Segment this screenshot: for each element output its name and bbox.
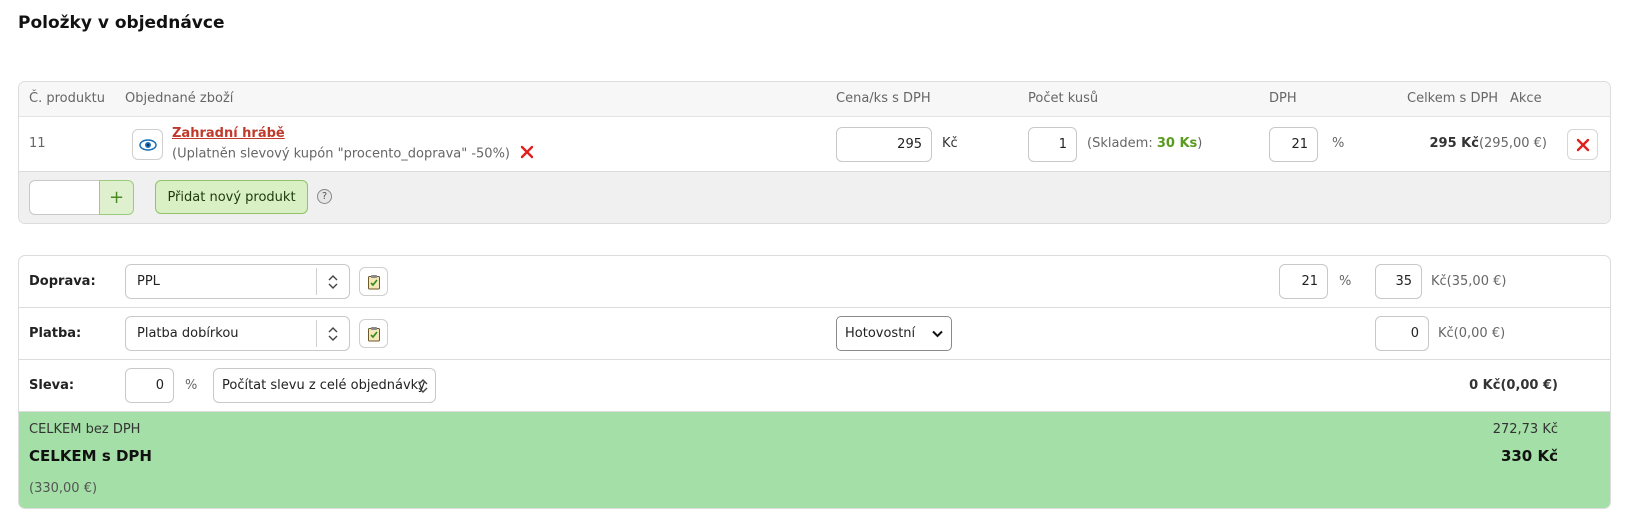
shipping-vat-unit: % [1339,274,1352,289]
clipboard-icon [367,274,380,289]
table-header: Č. produktu Objednané zboží Cena/ks s DP… [19,82,1610,117]
quantity-input[interactable] [1028,127,1077,162]
shipping-clipboard-button[interactable] [359,267,388,296]
stock-prefix: (Skladem: [1087,136,1157,151]
header-product-no: Č. produktu [29,91,105,106]
coupon-note: (Uplatněn slevový kupón "procento_doprav… [172,145,534,163]
header-unit-price: Cena/ks s DPH [836,91,931,106]
product-name-link[interactable]: Zahradní hrábě [172,126,285,141]
unit-price-currency: Kč [942,136,958,151]
updown-arrow-icon [316,268,349,295]
order-items-table: Č. produktu Objednané zboží Cena/ks s DP… [18,81,1611,224]
payment-selected: Platba dobírkou [137,326,239,341]
payment-label: Platba: [29,326,82,341]
add-product-row: + Přidat nový produkt ? [19,172,1610,223]
row-total-czk: 295 Kč [1429,136,1479,151]
vat-input[interactable] [1269,127,1318,162]
discount-input[interactable] [125,368,174,403]
stock-info: (Skladem: 30 Ks) [1087,136,1202,151]
add-new-product-button[interactable]: Přidat nový produkt [155,180,308,214]
stock-suffix: ) [1197,136,1203,151]
vat-unit: % [1332,136,1345,151]
discount-unit: % [185,378,198,393]
discount-mode-selected: Počítat slevu z celé objednávky [222,378,426,393]
row-total-eur: (295,00 €) [1478,136,1547,151]
table-row: 11 Zahradní hrábě (Uplatněn slevový kupó… [19,117,1610,172]
help-icon[interactable]: ? [317,189,332,204]
shipping-vat-input[interactable] [1279,264,1328,299]
preview-button[interactable] [132,129,163,160]
shipping-payment-panel: Doprava: PPL % Kč(35,00 €) Platba: Platb… [18,255,1611,509]
product-number: 11 [29,136,46,151]
payment-row: Platba: Platba dobírkou Hotovostní Kč(0,… [19,308,1610,360]
total-without-vat-value: 272,73 Kč [1492,422,1558,437]
discount-label: Sleva: [29,378,75,393]
close-icon [1576,138,1589,151]
delete-item-button[interactable] [1567,129,1598,160]
product-code-input[interactable] [29,180,99,215]
shipping-price-input[interactable] [1375,264,1422,299]
discount-row: Sleva: % Počítat slevu z celé objednávky… [19,360,1610,412]
eye-icon [138,138,157,151]
stock-value: 30 Ks [1156,136,1198,151]
total-eur-value: (330,00 €) [29,481,98,496]
header-vat: DPH [1269,91,1297,106]
total-with-vat-label: CELKEM s DPH [29,447,152,465]
header-ordered-goods: Objednané zboží [125,91,234,106]
chevron-down-icon [932,330,943,337]
discount-amount: 0 Kč(0,00 €) [1469,378,1558,393]
shipping-price-suffix: Kč(35,00 €) [1431,274,1507,289]
shipping-label: Doprava: [29,274,96,289]
close-icon [520,145,534,159]
payment-type-select[interactable]: Hotovostní [836,316,952,351]
total-with-vat-value: 330 Kč [1500,447,1558,465]
discount-mode-select[interactable]: Počítat slevu z celé objednávky [213,368,436,403]
payment-clipboard-button[interactable] [359,319,388,348]
remove-coupon-button[interactable] [520,145,534,163]
payment-price-suffix: Kč(0,00 €) [1438,326,1506,341]
shipping-selected: PPL [137,274,160,289]
add-by-code-button[interactable]: + [99,180,134,215]
payment-type-selected: Hotovostní [845,326,916,341]
payment-select[interactable]: Platba dobírkou [125,316,350,351]
shipping-row: Doprava: PPL % Kč(35,00 €) [19,256,1610,308]
row-total: 295 Kč(295,00 €) [1430,136,1548,151]
total-without-vat-label: CELKEM bez DPH [29,422,141,437]
coupon-note-text: (Uplatněn slevový kupón "procento_doprav… [172,146,510,162]
header-action: Akce [1510,91,1542,106]
order-totals: CELKEM bez DPH 272,73 Kč CELKEM s DPH 33… [19,412,1610,508]
unit-price-input[interactable] [836,127,932,162]
header-quantity: Počet kusů [1028,91,1099,106]
updown-arrow-icon [417,377,429,399]
page-title: Položky v objednávce [18,13,225,33]
updown-arrow-icon [316,320,349,347]
clipboard-icon [367,326,380,341]
shipping-select[interactable]: PPL [125,264,350,299]
header-total: Celkem s DPH [1407,91,1499,106]
payment-price-input[interactable] [1375,316,1429,351]
